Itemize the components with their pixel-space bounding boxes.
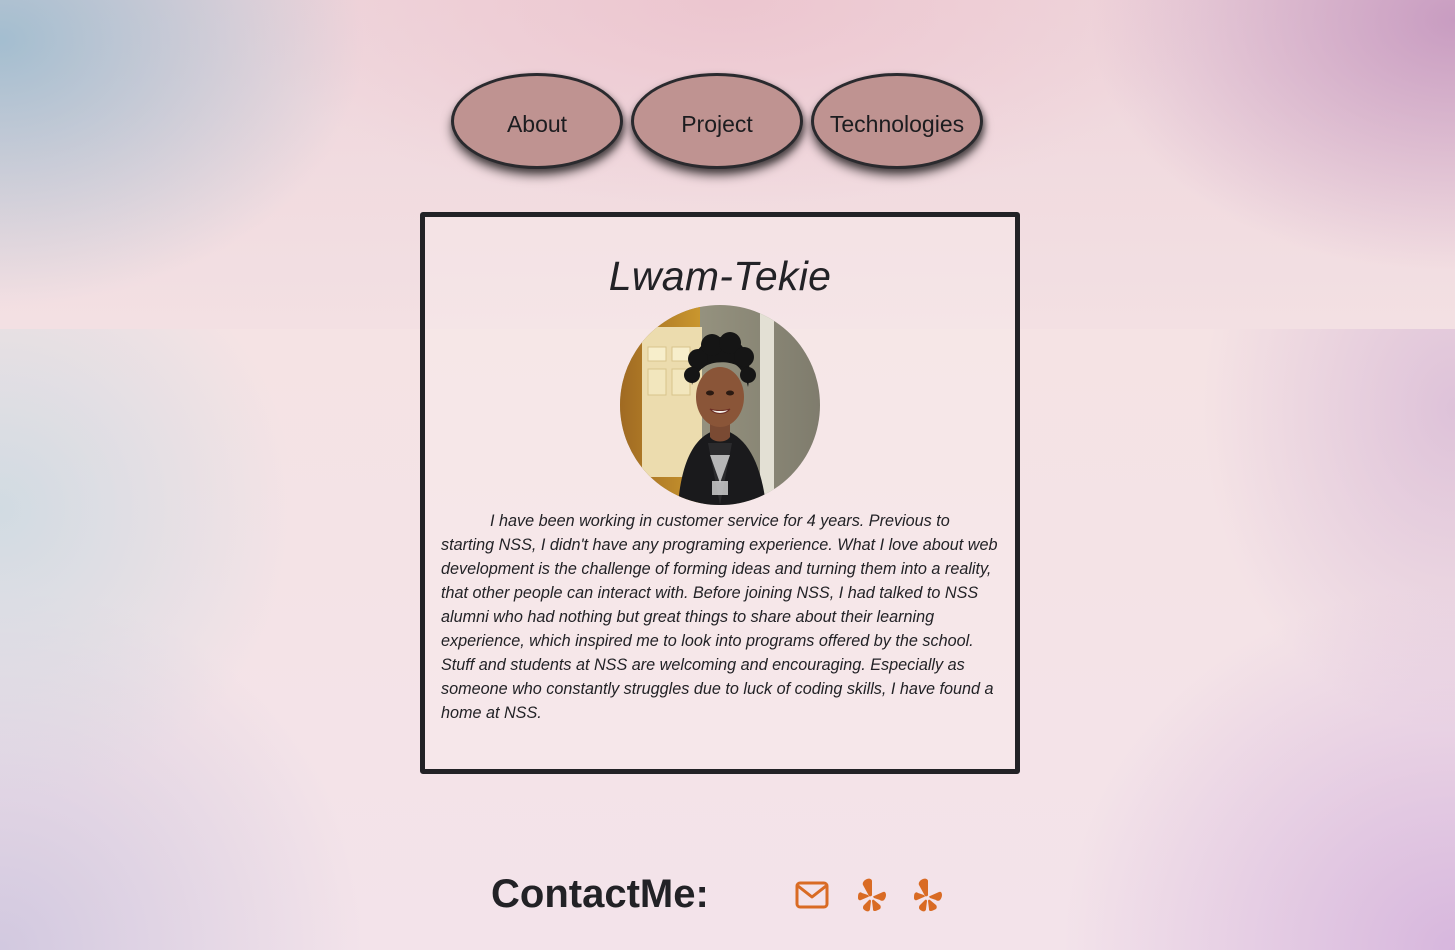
main-nav: About Project Technologies [447,70,992,180]
contact-label: ContactMe: [491,872,709,916]
nav-about-button[interactable]: About [451,73,623,169]
avatar-photo [620,305,820,505]
nav-project-button[interactable]: Project [631,73,803,169]
yelp-icon [858,878,886,912]
yelp-link-1[interactable] [853,876,891,914]
email-link[interactable] [793,876,831,914]
profile-bio: I have been working in customer service … [441,512,998,722]
profile-name: Lwam-Tekie [608,253,832,299]
profile-avatar [620,305,820,505]
nav-technologies-button[interactable]: Technologies [811,73,983,169]
yelp-icon [914,878,942,912]
envelope-icon [795,881,829,909]
profile-card: Lwam-Tekie I have been working in custom… [420,212,1020,774]
yelp-link-2[interactable] [909,876,947,914]
